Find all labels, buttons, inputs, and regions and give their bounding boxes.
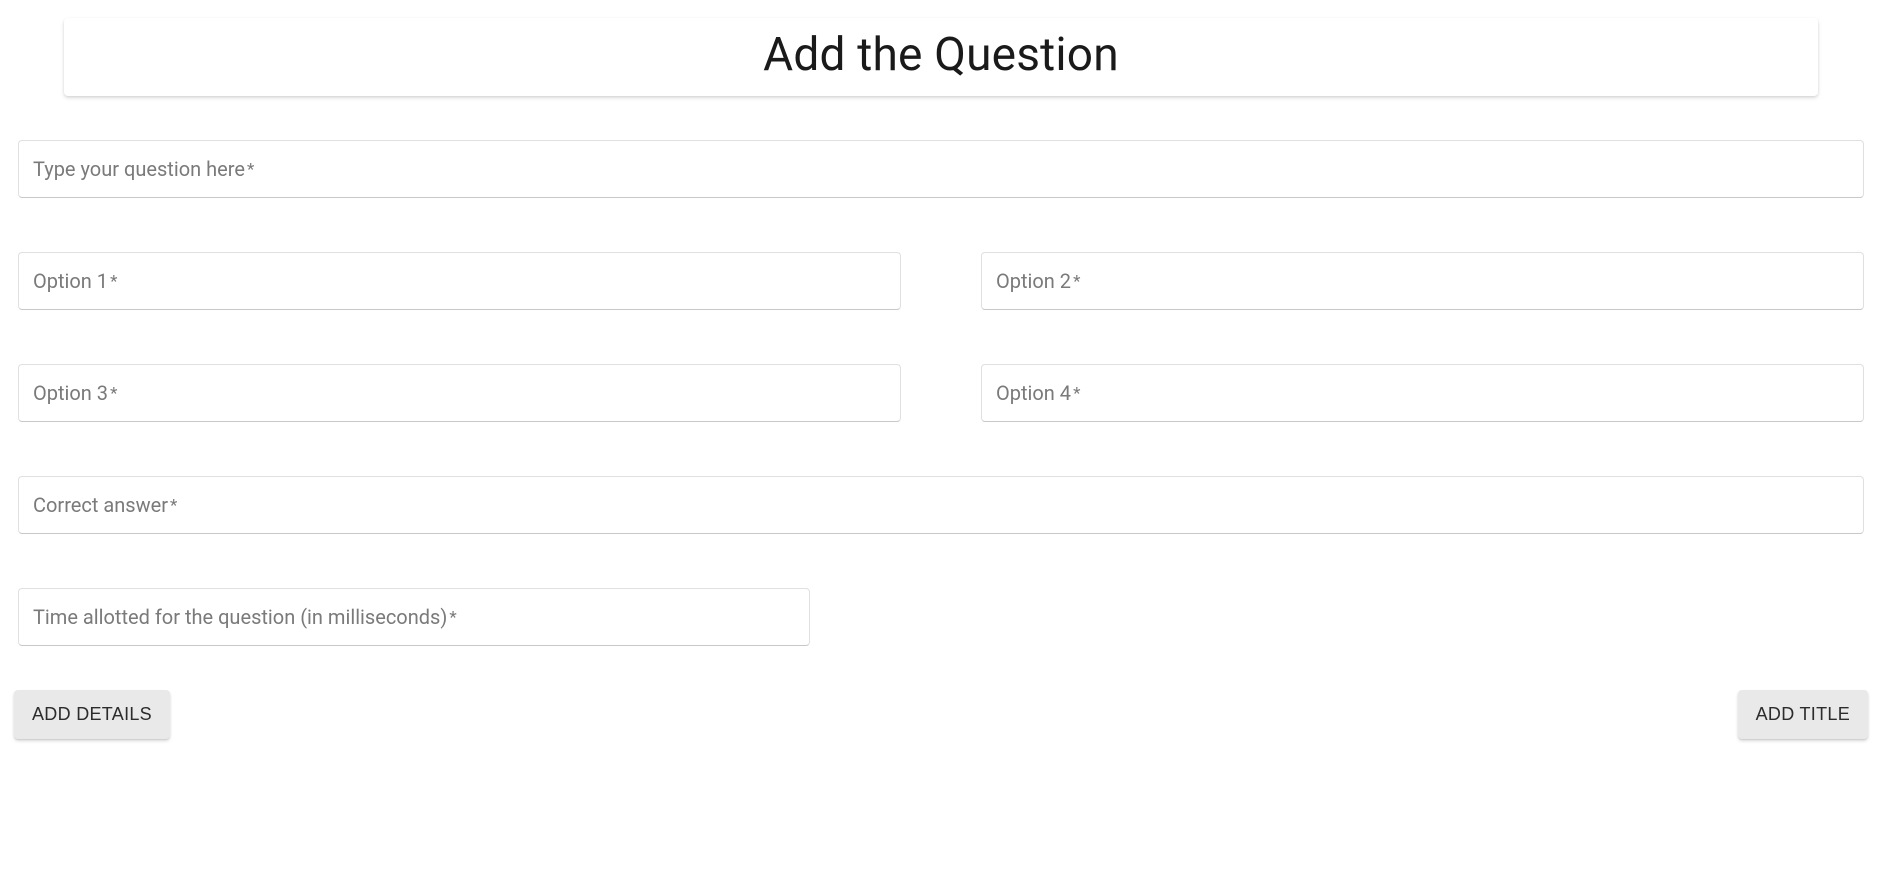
question-input[interactable] (33, 158, 1849, 181)
option3-field-wrapper: Option 3 * (18, 364, 901, 422)
page-title: Add the Question (64, 28, 1818, 82)
button-row: ADD DETAILS ADD TITLE (0, 690, 1882, 759)
time-field-wrapper: Time allotted for the question (in milli… (18, 588, 810, 646)
option1-input[interactable] (33, 270, 886, 293)
options-row-2: Option 3 * Option 4 * (18, 364, 1864, 422)
option4-input[interactable] (996, 382, 1849, 405)
option1-field-wrapper: Option 1 * (18, 252, 901, 310)
add-title-button[interactable]: ADD TITLE (1738, 690, 1868, 739)
question-form: Type your question here * Option 1 * Opt… (0, 96, 1882, 646)
correct-answer-input[interactable] (33, 494, 1849, 517)
add-details-button[interactable]: ADD DETAILS (14, 690, 170, 739)
options-row-1: Option 1 * Option 2 * (18, 252, 1864, 310)
question-field-wrapper: Type your question here * (18, 140, 1864, 198)
option2-field-wrapper: Option 2 * (981, 252, 1864, 310)
header-card: Add the Question (64, 18, 1818, 96)
correct-answer-field-wrapper: Correct answer * (18, 476, 1864, 534)
option2-input[interactable] (996, 270, 1849, 293)
option4-field-wrapper: Option 4 * (981, 364, 1864, 422)
time-input[interactable] (33, 606, 795, 629)
option3-input[interactable] (33, 382, 886, 405)
